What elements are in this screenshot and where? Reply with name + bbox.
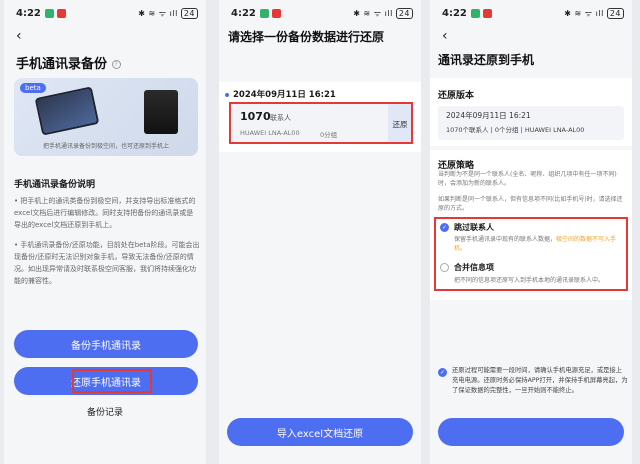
highlight-box — [72, 369, 152, 393]
signal-icon: ✱ ≋ ᯤ ıll — [564, 8, 604, 18]
start-restore-button[interactable] — [438, 418, 624, 446]
battery-icon: 24 — [395, 7, 413, 19]
status-bar: 4:22 ✱ ≋ ᯤ ıll 24 — [219, 0, 421, 26]
signal-icon: ✱ ≋ ᯤ ıll — [138, 8, 178, 18]
date-header: 2024年09月11日 16:21 — [225, 88, 336, 100]
page-title: 通讯录还原到手机 — [438, 53, 535, 67]
banner-caption: 把手机通讯录备份到极空间，也可还原到手机上 — [42, 143, 169, 150]
screen-restore: 4:22 ✱ ≋ ᯤ ıll 24 ‹ 通讯录还原到手机 还原版本 2024年0… — [430, 0, 632, 464]
screen-select-backup: 4:22 ✱ ≋ ᯤ ıll 24 请选择一份备份数据进行还原 2024年09月… — [219, 0, 421, 464]
status-time: 4:22 — [442, 7, 467, 19]
status-time: 4:22 — [16, 7, 41, 19]
back-icon[interactable]: ‹ — [16, 28, 22, 44]
notice-text: 还原过程可能需要一段时间，请确认手机电源充足，或是接上充电电源。还原时务必保持A… — [452, 367, 628, 394]
checkbox-checked-icon[interactable]: ✓ — [438, 368, 447, 377]
signal-icon: ✱ ≋ ᯤ ıll — [353, 8, 393, 18]
app-notification-icon — [470, 8, 480, 18]
notice-row[interactable]: ✓ 还原过程可能需要一段时间，请确认手机电源充足，或是接上充电电源。还原时务必保… — [438, 366, 628, 412]
phone-illustration — [34, 86, 100, 136]
version-detail: 1070个联系人 | 0个分组 | HUAWEI LNA-AL00 — [446, 126, 585, 134]
battery-icon: 24 — [180, 7, 198, 19]
status-time: 4:22 — [231, 7, 256, 19]
description-paragraph: • 把手机上的通讯类备份到极空间，并支持导出标准格式的excel文档后进行编辑修… — [14, 197, 196, 229]
status-bar: 4:22 ✱ ≋ ᯤ ıll 24 — [430, 0, 632, 26]
app-notification-icon — [259, 8, 269, 18]
version-date: 2024年09月11日 16:21 — [446, 111, 531, 120]
section-title: 手机通讯录备份说明 — [14, 180, 96, 190]
app-notification-icon — [482, 8, 492, 18]
backup-contacts-button[interactable]: 备份手机通讯录 — [14, 330, 198, 358]
description-paragraph: • 手机通讯录备份/还原功能，目前处在beta阶段。可能会出现备份/还原时无法识… — [14, 241, 200, 285]
version-card: 还原版本 2024年09月11日 16:21 1070个联系人 | 0个分组 |… — [430, 78, 632, 146]
version-label: 还原版本 — [438, 91, 475, 101]
highlight-box — [229, 102, 413, 144]
battery-icon: 24 — [606, 7, 624, 19]
highlight-box — [434, 217, 628, 291]
import-excel-button[interactable]: 导入excel文档还原 — [227, 418, 413, 446]
feature-banner: beta 把手机通讯录备份到极空间，也可还原到手机上 — [14, 78, 198, 156]
strategy-description: 当判断为不是同一个联系人(全名、昵称、组织几项中有任一项不同)时，会添加为新的联… — [438, 171, 617, 187]
app-notification-icon — [271, 8, 281, 18]
status-bar: 4:22 ✱ ≋ ᯤ ıll 24 — [4, 0, 206, 26]
app-notification-icon — [56, 8, 66, 18]
screen-backup: 4:22 ✱ ≋ ᯤ ıll 24 ‹ 手机通讯录备份 ? beta 把手机通讯… — [4, 0, 206, 464]
page-title: 请选择一份备份数据进行还原 — [228, 30, 385, 44]
strategy-description: 如果判断是同一个联系人，但有信息项不同(比如手机号)时，请选择还原的方式。 — [438, 196, 623, 212]
info-icon[interactable]: ? — [111, 60, 121, 69]
dot-icon — [225, 92, 229, 97]
back-icon[interactable]: ‹ — [442, 28, 448, 44]
page-title: 手机通讯录备份 ? — [16, 53, 121, 72]
nas-device-illustration — [144, 90, 178, 134]
backup-records-link[interactable]: 备份记录 — [4, 405, 206, 418]
app-notification-icon — [44, 8, 54, 18]
version-box: 2024年09月11日 16:21 1070个联系人 | 0个分组 | HUAW… — [438, 106, 624, 140]
beta-badge: beta — [20, 83, 46, 93]
